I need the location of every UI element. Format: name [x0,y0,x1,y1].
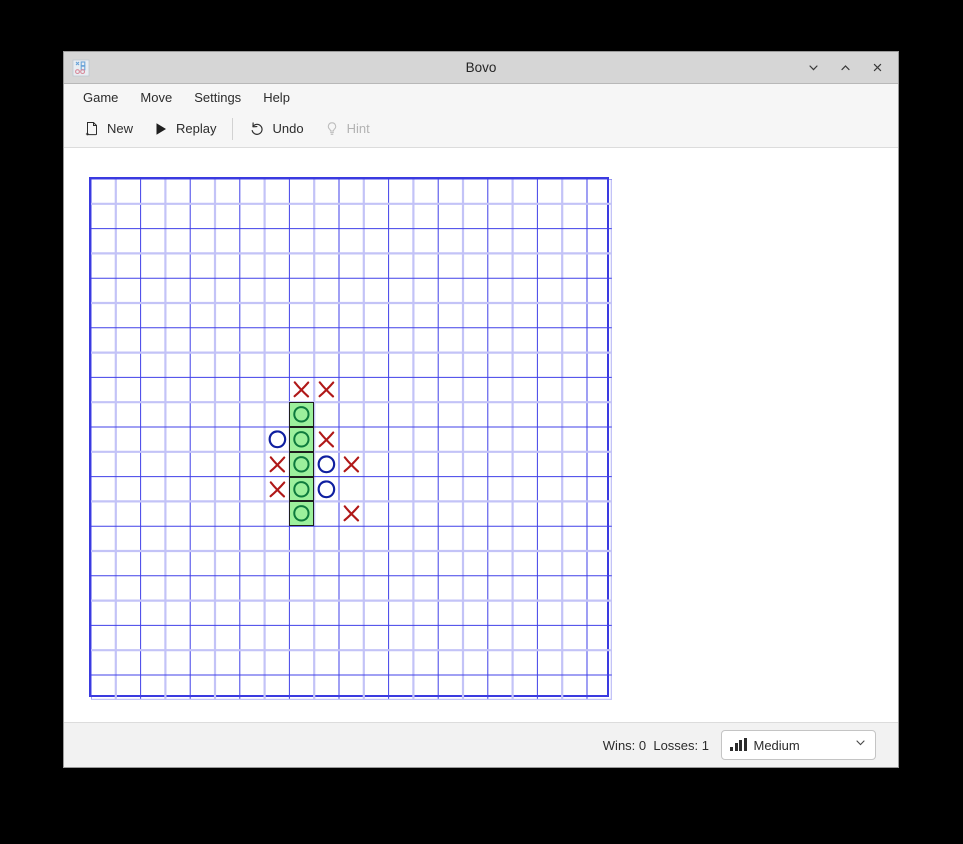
menu-item-game[interactable]: Game [72,87,129,108]
board-cell-x-c9-r10[interactable] [314,427,339,452]
new-game-label: New [107,121,134,136]
window-controls [798,55,898,81]
menu-item-settings[interactable]: Settings [183,87,252,108]
board-cell-x-c10-r11[interactable] [339,452,364,477]
board-cell-x-c10-r13[interactable] [339,501,364,526]
toolbar: New Replay Undo Hint [64,110,898,148]
close-button[interactable] [862,55,892,81]
lightbulb-icon [324,121,340,137]
toolbar-separator [232,117,234,140]
hint-label: Hint [346,121,370,136]
board-area [64,148,898,722]
new-game-button[interactable]: New [74,117,143,141]
menu-item-move[interactable]: Move [129,87,183,108]
board-cell-o-c8-r10[interactable] [289,427,315,452]
play-triangle-icon [153,121,169,137]
menu-bar: Game Move Settings Help [64,84,898,110]
maximize-button[interactable] [830,55,860,81]
board-cell-x-c7-r12[interactable] [265,477,290,502]
difficulty-value: Medium [753,737,800,753]
board-cell-o-c8-r13[interactable] [289,501,315,527]
difficulty-select[interactable]: Medium [721,730,876,760]
replay-label: Replay [176,121,217,136]
status-bar: Wins: 0 Losses: 1 Medium [64,722,898,767]
title-bar[interactable]: Bovo [64,52,898,84]
board-cell-o-c7-r10[interactable] [265,427,290,452]
board-cell-o-c9-r12[interactable] [314,477,339,502]
board-cell-o-c9-r11[interactable] [314,452,339,477]
game-board[interactable] [89,177,612,700]
undo-label: Undo [272,121,304,136]
window-title: Bovo [465,60,497,75]
application-window: Bovo Game Move Settings Help New Replay … [64,52,898,767]
hint-button[interactable]: Hint [314,117,380,141]
new-document-icon [84,121,100,137]
board-cell-x-c9-r8[interactable] [314,377,339,402]
bovo-tictactoe-icon [72,59,90,77]
board-cells [91,179,607,695]
menu-item-help[interactable]: Help [252,87,301,108]
board-cell-x-c8-r8[interactable] [289,377,314,402]
board-cell-o-c8-r12[interactable] [289,476,315,502]
replay-button[interactable]: Replay [143,117,226,141]
minimize-button[interactable] [798,55,828,81]
score-text: Wins: 0 Losses: 1 [602,737,709,753]
signal-bars-icon [730,738,747,751]
board-cell-x-c7-r11[interactable] [265,452,290,477]
board-cell-o-c8-r9[interactable] [289,402,315,427]
undo-button[interactable]: Undo [239,117,313,141]
board-cell-o-c8-r11[interactable] [289,451,315,477]
chevron-down-icon [854,736,867,754]
undo-arrow-icon [249,121,265,137]
